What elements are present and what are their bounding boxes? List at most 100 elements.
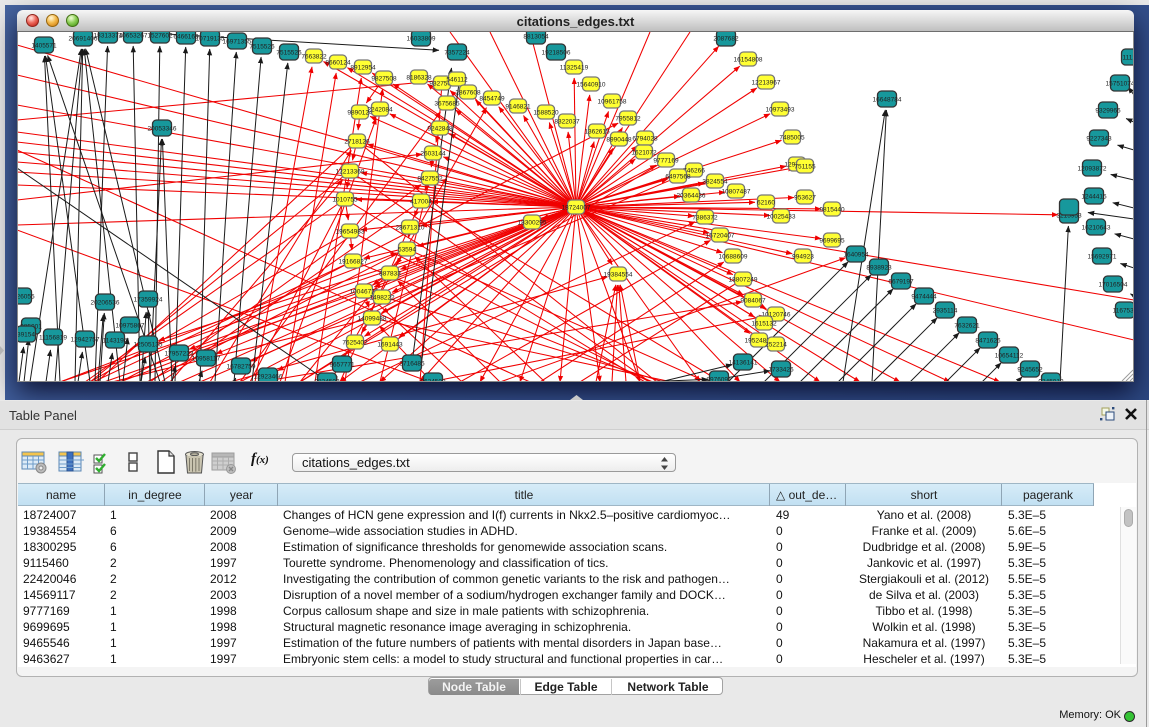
- svg-text:16210643: 16210643: [1082, 225, 1111, 232]
- svg-text:1362615: 1362615: [584, 129, 610, 136]
- svg-text:17016504: 17016504: [1099, 282, 1128, 289]
- svg-text:1167533: 1167533: [1113, 308, 1134, 315]
- svg-text:18724007: 18724007: [562, 205, 591, 212]
- svg-text:3716485: 3716485: [399, 361, 425, 368]
- svg-text:11156819: 11156819: [39, 335, 67, 342]
- svg-text:994923: 994923: [792, 254, 814, 261]
- svg-text:12505135: 12505135: [134, 342, 163, 349]
- svg-text:10654112: 10654112: [995, 353, 1024, 360]
- svg-text:2603144: 2603144: [420, 151, 446, 158]
- svg-text:1691443: 1691443: [377, 342, 403, 349]
- svg-text:9245652: 9245652: [1017, 367, 1043, 374]
- svg-text:1621072: 1621072: [631, 150, 657, 157]
- svg-text:7485005: 7485005: [779, 135, 805, 142]
- svg-text:1244415: 1244415: [1081, 194, 1107, 201]
- svg-text:1588520: 1588520: [533, 110, 559, 117]
- svg-text:8427552: 8427552: [417, 176, 443, 183]
- svg-text:7386372: 7386372: [692, 215, 718, 222]
- svg-text:16033809: 16033809: [407, 36, 436, 43]
- svg-text:17957223: 17957223: [165, 351, 194, 358]
- svg-text:10975867: 10975867: [116, 323, 145, 330]
- svg-text:10958117: 10958117: [192, 356, 221, 363]
- svg-text:9242848: 9242848: [427, 126, 453, 133]
- svg-text:62160: 62160: [757, 200, 775, 207]
- svg-text:2626055: 2626055: [17, 294, 35, 301]
- svg-text:2867608: 2867608: [455, 90, 481, 97]
- svg-text:20364436: 20364436: [677, 193, 706, 200]
- svg-text:18807249: 18807249: [729, 277, 758, 284]
- svg-text:417004: 417004: [410, 199, 432, 206]
- svg-text:2935114: 2935114: [933, 308, 958, 315]
- svg-text:28671310: 28671310: [396, 225, 425, 232]
- svg-text:8813054: 8813054: [523, 34, 549, 41]
- svg-text:1733426: 1733426: [768, 367, 794, 374]
- svg-text:16782759: 16782759: [227, 364, 256, 371]
- svg-text:12213967: 12213967: [752, 80, 781, 87]
- svg-text:1615132: 1615132: [751, 321, 777, 328]
- svg-text:3675685: 3675685: [434, 101, 460, 108]
- svg-text:7625402: 7625402: [342, 340, 368, 347]
- svg-text:9474444: 9474444: [911, 294, 937, 301]
- svg-text:15720407: 15720407: [706, 233, 735, 240]
- svg-text:9146821: 9146821: [505, 104, 531, 111]
- svg-text:8471626: 8471626: [975, 338, 1001, 345]
- svg-text:17359924: 17359924: [134, 297, 163, 304]
- svg-text:19384554: 19384554: [604, 272, 633, 279]
- svg-text:8990448: 8990448: [606, 137, 632, 144]
- svg-text:751155: 751155: [794, 164, 816, 171]
- svg-text:15640910: 15640910: [577, 82, 606, 89]
- svg-text:1010755: 1010755: [332, 197, 358, 204]
- svg-text:9227343: 9227343: [1086, 136, 1112, 143]
- svg-text:7515526: 7515526: [249, 44, 275, 51]
- svg-text:19218506: 19218506: [542, 50, 571, 57]
- svg-text:14099488: 14099488: [358, 316, 387, 323]
- svg-text:7955812: 7955812: [615, 116, 641, 123]
- svg-text:252214: 252214: [765, 342, 787, 349]
- svg-text:18300295: 18300295: [518, 220, 547, 227]
- svg-text:12213369: 12213369: [336, 169, 365, 176]
- svg-text:9084067: 9084067: [740, 298, 766, 305]
- svg-text:8938923: 8938923: [866, 265, 892, 272]
- svg-text:53594: 53594: [398, 247, 416, 254]
- svg-text:11325419: 11325419: [560, 65, 589, 72]
- svg-text:16154808: 16154808: [734, 57, 763, 64]
- svg-text:20053346: 20053346: [148, 126, 177, 133]
- svg-text:10807487: 10807487: [722, 189, 751, 196]
- svg-text:10688609: 10688609: [719, 254, 748, 261]
- svg-text:7357224: 7357224: [444, 50, 470, 57]
- svg-text:6497568: 6497568: [665, 174, 691, 181]
- svg-text:12923466: 12923466: [254, 374, 283, 381]
- svg-text:7515526: 7515526: [276, 50, 302, 57]
- svg-text:16971355: 16971355: [223, 39, 252, 46]
- svg-text:8912954: 8912954: [350, 65, 376, 72]
- svg-text:39154: 39154: [17, 332, 35, 339]
- svg-text:10973493: 10973493: [766, 107, 795, 114]
- svg-text:11123: 11123: [1122, 55, 1134, 62]
- svg-text:9815440: 9815440: [819, 207, 845, 214]
- svg-text:9777169: 9777169: [653, 158, 679, 165]
- svg-text:15751074: 15751074: [1106, 81, 1134, 88]
- svg-text:1640954: 1640954: [843, 252, 869, 259]
- svg-text:9329966: 9329966: [1095, 108, 1121, 115]
- svg-text:15692971: 15692971: [1088, 254, 1117, 261]
- svg-text:10653267: 10653267: [119, 33, 148, 40]
- svg-text:7663822: 7663822: [301, 54, 327, 61]
- svg-text:546112: 546112: [446, 77, 468, 84]
- svg-text:7632621: 7632621: [954, 323, 980, 330]
- svg-text:2718126: 2718126: [344, 139, 370, 146]
- svg-text:6794028: 6794028: [632, 136, 658, 143]
- svg-text:887833: 887833: [379, 271, 401, 278]
- svg-text:19654983: 19654983: [336, 229, 365, 236]
- svg-text:2087682: 2087682: [713, 36, 739, 43]
- svg-text:6679197: 6679197: [888, 279, 914, 286]
- svg-text:12942757: 12942757: [71, 337, 100, 344]
- svg-text:10025433: 10025433: [767, 214, 796, 221]
- svg-text:8322037: 8322037: [554, 119, 580, 126]
- svg-text:10961758: 10961758: [598, 99, 627, 106]
- svg-text:8660124: 8660124: [325, 60, 351, 67]
- svg-text:1527602: 1527602: [147, 33, 173, 40]
- svg-text:12093872: 12093872: [1078, 166, 1107, 173]
- svg-text:9657771: 9657771: [329, 362, 355, 369]
- svg-text:14136141: 14136141: [729, 360, 758, 367]
- svg-text:953627: 953627: [794, 195, 816, 202]
